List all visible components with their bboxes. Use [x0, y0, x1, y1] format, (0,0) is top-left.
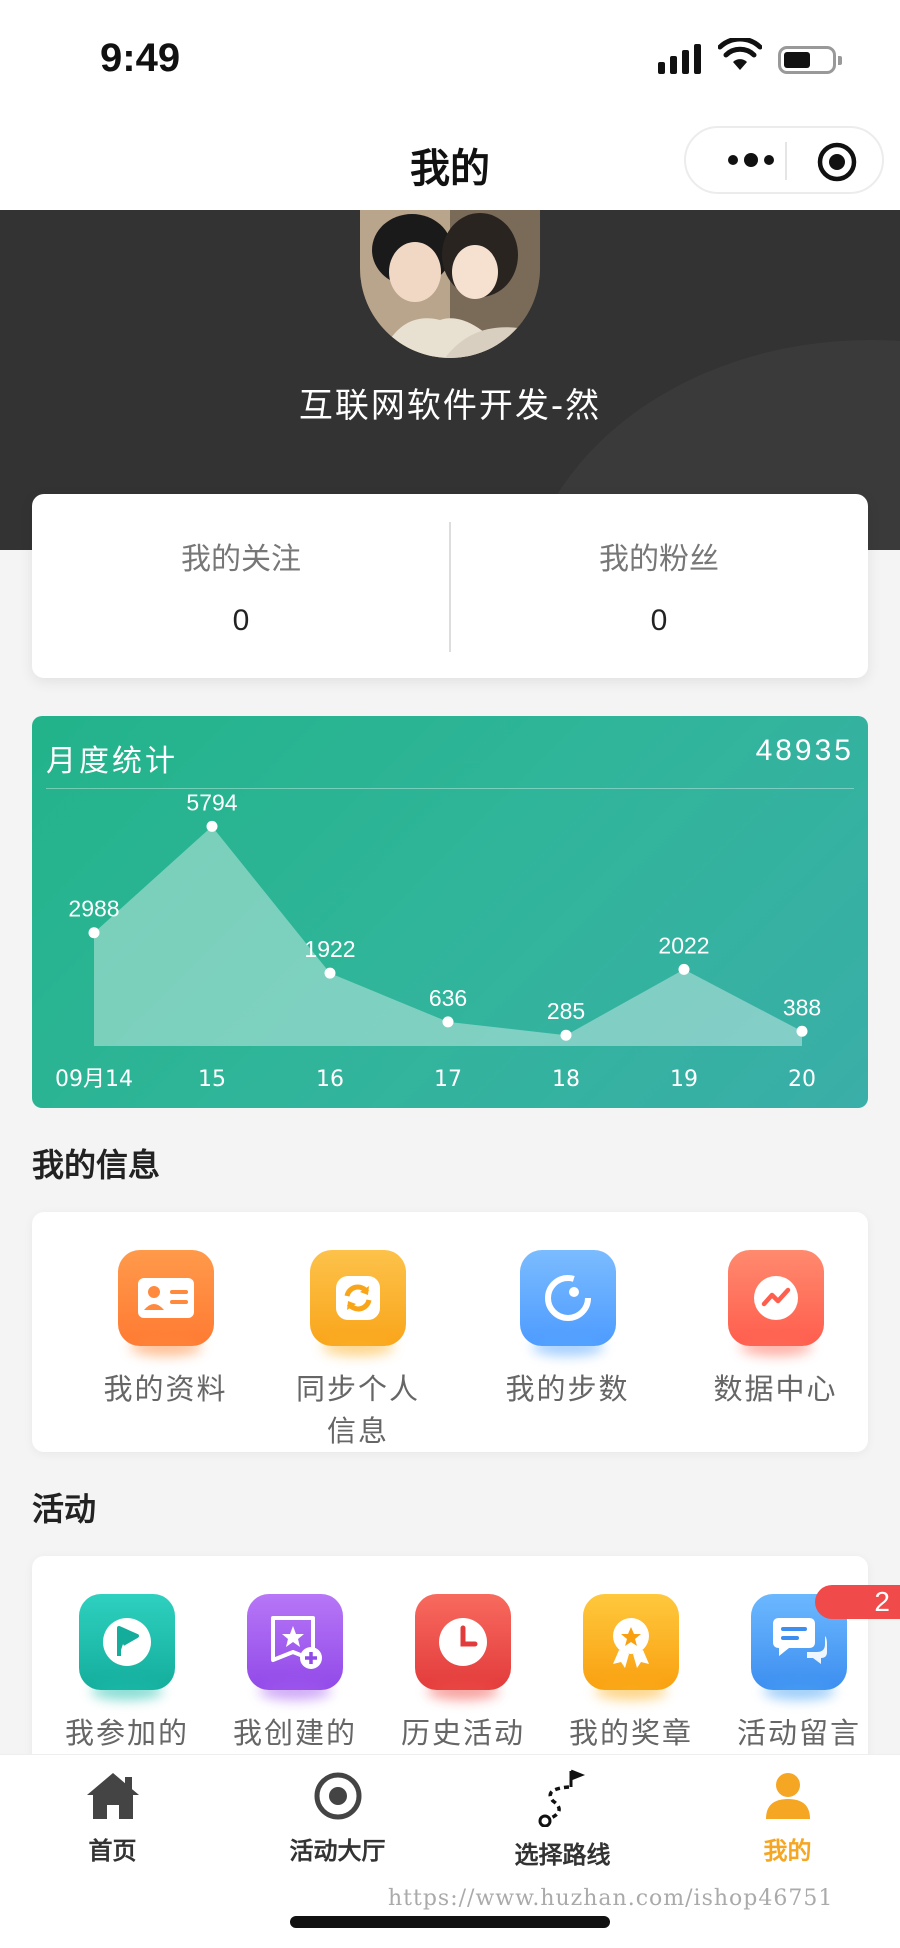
following-count: 0: [232, 604, 250, 637]
follow-card: 我的关注 0 我的粉丝 0: [32, 494, 868, 678]
tab-activity-hall[interactable]: 活动大厅: [225, 1769, 450, 1866]
my-info-title: 我的信息: [32, 1146, 161, 1184]
data-center-icon: [727, 1250, 824, 1356]
home-indicator: [290, 1916, 610, 1928]
chart-point: [88, 927, 100, 939]
flag-icon: [79, 1594, 175, 1700]
chart-x-tick-label: 09月14: [55, 1067, 133, 1092]
route-icon: [538, 1769, 585, 1828]
created-activity-item[interactable]: 我创建的: [210, 1594, 380, 1754]
activity-message-label: 活动留言: [736, 1716, 861, 1750]
steps-area-chart: 2988 09月14 5794 15 1922 16 636 17 285 18 2022 19 388…: [55, 789, 821, 1092]
wifi-icon: [718, 38, 762, 70]
my-steps-item[interactable]: 我的步数: [470, 1250, 665, 1410]
status-bar: 9:49: [0, 0, 900, 110]
created-activity-label: 我创建的: [232, 1716, 357, 1750]
chart-x-tick-label: 18: [552, 1067, 580, 1092]
chart-point: [796, 1025, 808, 1037]
fans-cell[interactable]: 我的粉丝 0: [450, 494, 868, 678]
chart-data-label: 2022: [658, 932, 709, 958]
chart-point: [206, 820, 218, 832]
avatar[interactable]: [360, 210, 540, 358]
message-count-badge: 2: [815, 1585, 900, 1619]
joined-activity-label: 我参加的: [64, 1716, 189, 1750]
clock-icon: [415, 1594, 511, 1700]
tab-home[interactable]: 首页: [0, 1769, 225, 1866]
tab-mine-label: 我的: [763, 1837, 812, 1865]
sync-info-item[interactable]: 同步个人信息: [258, 1250, 458, 1452]
chart-x-tick-label: 17: [434, 1067, 462, 1092]
status-time: 9:49: [100, 36, 181, 80]
medal-icon: [583, 1594, 679, 1700]
chart-data-label: 285: [547, 998, 585, 1024]
following-label: 我的关注: [181, 542, 301, 577]
my-profile-item[interactable]: 我的资料: [68, 1250, 263, 1410]
chart-point: [560, 1029, 572, 1041]
following-cell[interactable]: 我的关注 0: [32, 494, 450, 678]
data-center-label: 数据中心: [713, 1372, 838, 1406]
fans-count: 0: [650, 604, 668, 637]
close-miniprogram-icon[interactable]: [816, 141, 858, 183]
chart-point: [442, 1016, 454, 1028]
watermark-text: https://www.huzhan.com/ishop46751: [388, 1886, 834, 1911]
sync-icon: [310, 1250, 406, 1356]
monthly-stats-card: 月度统计 48935 2988 09月14 5794 15 1922 16 636 17 285…: [32, 716, 868, 1108]
chart-x-tick-label: 16: [316, 1067, 344, 1092]
tab-choose-route-label: 选择路线: [514, 1841, 611, 1869]
joined-activity-item[interactable]: 我参加的: [42, 1594, 212, 1754]
my-steps-label: 我的步数: [505, 1372, 630, 1406]
fans-label: 我的粉丝: [599, 542, 719, 577]
chart-data-label: 1922: [304, 936, 355, 962]
chart-data-label: 636: [429, 985, 467, 1011]
activity-card: 我参加的 我创建的 历史活动 我的奖章 活动留言: [32, 1556, 868, 1776]
user-icon: [765, 1773, 810, 1819]
chart-data-label: 5794: [186, 789, 237, 815]
tab-activity-hall-label: 活动大厅: [289, 1837, 386, 1865]
my-medal-item[interactable]: 我的奖章: [546, 1594, 716, 1754]
chart-data-label: 2988: [68, 896, 119, 922]
chart-x-tick-label: 19: [670, 1067, 698, 1092]
chart-x-tick-label: 20: [788, 1067, 816, 1092]
my-medal-label: 我的奖章: [568, 1716, 693, 1750]
more-icon[interactable]: [716, 140, 786, 180]
battery-icon: [778, 46, 842, 74]
profile-card-icon: [117, 1250, 214, 1356]
signal-icon: [658, 44, 701, 74]
data-center-item[interactable]: 数据中心: [678, 1250, 873, 1410]
tab-choose-route[interactable]: 选择路线: [450, 1769, 675, 1870]
my-info-card: 我的资料 同步个人信息 我的步数 数据中心: [32, 1212, 868, 1452]
create-star-icon: [247, 1594, 343, 1700]
sync-info-label: 同步个人信息: [295, 1372, 420, 1448]
history-activity-item[interactable]: 历史活动: [378, 1594, 548, 1754]
chart-point: [324, 967, 336, 979]
steps-icon: [519, 1250, 616, 1356]
tab-home-label: 首页: [88, 1837, 137, 1865]
activity-title: 活动: [32, 1490, 97, 1528]
nav-bar: 我的: [0, 110, 900, 210]
screen: 9:49 我的 互联网软件开发-然 我的关注 0 我的粉丝 0 月度统计 489…: [0, 0, 900, 1948]
history-activity-label: 历史活动: [400, 1716, 525, 1750]
miniprogram-capsule: [684, 126, 884, 194]
username: 互联网软件开发-然: [298, 386, 602, 426]
my-profile-label: 我的资料: [103, 1372, 228, 1406]
chart-data-label: 388: [783, 994, 821, 1020]
tab-mine[interactable]: 我的: [675, 1769, 900, 1866]
chart-x-tick-label: 15: [198, 1067, 226, 1092]
home-icon: [86, 1773, 139, 1819]
chart-point: [678, 963, 690, 975]
target-icon: [314, 1772, 361, 1820]
capsule-divider: [785, 142, 787, 180]
